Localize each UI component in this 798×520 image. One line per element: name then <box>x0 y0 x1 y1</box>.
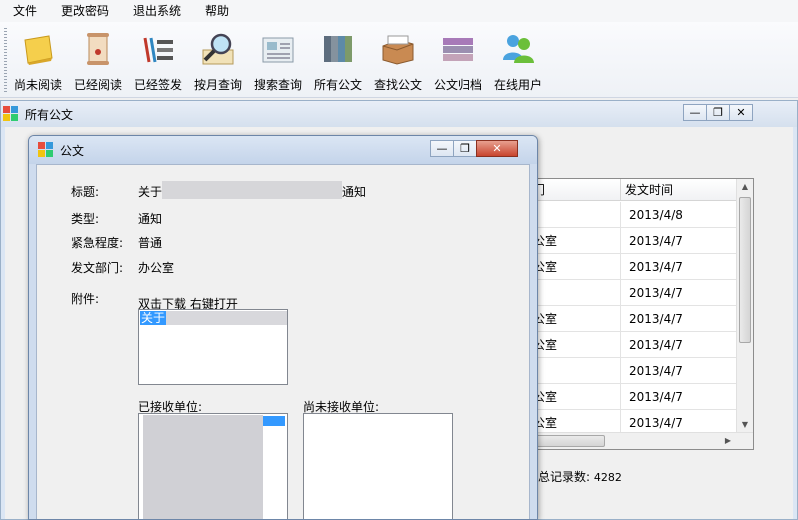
total-records-label: 总记录数: <box>538 470 591 484</box>
tool-all-docs-button[interactable]: 所有公文 <box>314 26 362 96</box>
document-dialog-title: 公文 <box>60 143 85 158</box>
cell-time: 2013/4/7 <box>629 286 683 300</box>
total-records-value: 4282 <box>593 471 622 484</box>
box-icon <box>379 30 417 68</box>
tool-label: 在线用户 <box>494 78 543 92</box>
cell-time: 2013/4/7 <box>629 390 683 404</box>
title-prefix: 关于 <box>138 185 163 199</box>
all-docs-titlebar[interactable]: 所有公文 — ❐ ✕ <box>1 101 797 127</box>
tool-monthly-query-button[interactable]: 按月查询 <box>194 26 242 96</box>
redacted-received-units <box>143 415 263 519</box>
tool-label: 已经签发 <box>134 78 183 92</box>
toolbar: 尚未阅读 已经阅读 已经签发 按月查询 搜索查询 所有公文 查找公文 公文归档 … <box>0 22 798 98</box>
not-received-units-list[interactable] <box>303 413 453 519</box>
total-records: 总记录数: 4282 <box>538 468 622 485</box>
cell-time: 2013/4/8 <box>629 208 683 222</box>
tool-label: 公文归档 <box>434 78 483 92</box>
folders-icon <box>319 30 357 68</box>
attachment-label: 附件: <box>71 292 100 306</box>
table-row[interactable]: 科2013/4/8 <box>517 202 737 228</box>
scroll-up-icon[interactable]: ▲ <box>737 179 753 195</box>
menu-bar: 文件 更改密码 退出系统 帮助 <box>0 0 798 22</box>
tool-search-query-button[interactable]: 搜索查询 <box>254 26 302 96</box>
menu-help[interactable]: 帮助 <box>192 0 240 22</box>
column-header-time[interactable]: 发文时间 <box>621 179 737 200</box>
attachment-list[interactable]: 关于 <box>138 309 288 385</box>
table-row[interactable]: 办公室 2013/4/7 <box>517 228 737 254</box>
all-docs-title: 所有公文 <box>25 107 74 122</box>
scroll-down-icon[interactable]: ▼ <box>737 417 753 433</box>
sticky-note-icon <box>19 30 57 68</box>
tool-label: 尚未阅读 <box>14 78 63 92</box>
tool-label: 已经阅读 <box>74 78 123 92</box>
dialog-window-controls: — ❐ ✕ <box>430 140 518 158</box>
cell-time: 2013/4/7 <box>629 364 683 378</box>
docs-grid[interactable]: 部门 发文时间 科2013/4/8 办公室2013/4/7 办公室2013/4/… <box>516 178 754 450</box>
menu-file[interactable]: 文件 <box>0 0 48 22</box>
tool-label: 按月查询 <box>194 78 243 92</box>
type-label: 类型: <box>71 212 100 226</box>
all-docs-window-controls: — ❐ ✕ <box>683 104 753 122</box>
tool-label: 查找公文 <box>374 78 423 92</box>
title-suffix: 通知 <box>342 185 367 199</box>
close-icon[interactable]: ✕ <box>729 104 753 121</box>
cell-time: 2013/4/7 <box>629 234 683 248</box>
redacted-title-text <box>162 181 342 199</box>
menu-change-password[interactable]: 更改密码 <box>48 0 120 22</box>
archive-icon <box>439 30 477 68</box>
tool-label: 搜索查询 <box>254 78 303 92</box>
restore-icon[interactable]: ❐ <box>706 104 730 121</box>
app-icon <box>3 106 19 122</box>
urgency-label: 紧急程度: <box>71 236 124 250</box>
table-row[interactable]: 办公室 2013/4/7 <box>517 254 737 280</box>
minimize-icon[interactable]: — <box>430 140 454 157</box>
dept-value: 办公室 <box>138 261 175 275</box>
books-icon <box>139 30 177 68</box>
close-icon[interactable]: ✕ <box>476 140 518 157</box>
grid-vertical-scrollbar[interactable]: ▲ ▼ <box>736 179 753 433</box>
grid-horizontal-scrollbar[interactable]: ▶ <box>517 432 753 449</box>
title-label: 标题: <box>71 185 100 199</box>
users-icon <box>499 30 537 68</box>
minimize-icon[interactable]: — <box>683 104 707 121</box>
document-dialog-titlebar[interactable]: 公文 — ❐ ✕ <box>29 136 537 164</box>
list-selection-highlight <box>263 416 285 426</box>
restore-icon[interactable]: ❐ <box>453 140 477 157</box>
tool-find-docs-button[interactable]: 查找公文 <box>374 26 422 96</box>
grid-header: 部门 发文时间 <box>517 179 737 201</box>
menu-exit-system[interactable]: 退出系统 <box>120 0 192 22</box>
scroll-thumb[interactable] <box>739 197 751 343</box>
table-row[interactable]: 办公室 2013/4/7 <box>517 384 737 410</box>
table-row[interactable]: 办公室 2013/4/7 <box>517 306 737 332</box>
scroll-icon <box>79 30 117 68</box>
tool-unread-button[interactable]: 尚未阅读 <box>14 26 62 96</box>
cell-time: 2013/4/7 <box>629 260 683 274</box>
document-dialog-body: 标题: 关于 通知 类型: 通知 紧急程度: 普通 发文部门: 办公室 附件: … <box>36 164 530 519</box>
document-dialog: 公文 — ❐ ✕ 标题: 关于 通知 类型: 通知 紧急程度: 普通 发文部门:… <box>28 135 538 520</box>
table-row[interactable]: 办2013/4/7 <box>517 358 737 384</box>
cell-time: 2013/4/7 <box>629 312 683 326</box>
tool-online-users-button[interactable]: 在线用户 <box>494 26 542 96</box>
magnifier-icon <box>199 30 237 68</box>
search-docs-icon <box>259 30 297 68</box>
scroll-right-icon[interactable]: ▶ <box>720 433 736 449</box>
type-value: 通知 <box>138 212 163 226</box>
urgency-value: 普通 <box>138 236 163 250</box>
table-row[interactable]: 办公室 2013/4/7 <box>517 332 737 358</box>
tool-label: 所有公文 <box>314 78 363 92</box>
toolbar-grip[interactable] <box>4 28 7 92</box>
list-item[interactable]: 关于 <box>140 311 287 325</box>
dept-label: 发文部门: <box>71 261 124 275</box>
attachment-item-label: 关于 <box>140 311 167 325</box>
tool-issued-button[interactable]: 已经签发 <box>134 26 182 96</box>
app-icon <box>38 142 54 158</box>
tool-read-button[interactable]: 已经阅读 <box>74 26 122 96</box>
tool-archive-button[interactable]: 公文归档 <box>434 26 482 96</box>
received-units-list[interactable] <box>138 413 288 519</box>
cell-time: 2013/4/7 <box>629 338 683 352</box>
table-row[interactable]: 科2013/4/7 <box>517 280 737 306</box>
